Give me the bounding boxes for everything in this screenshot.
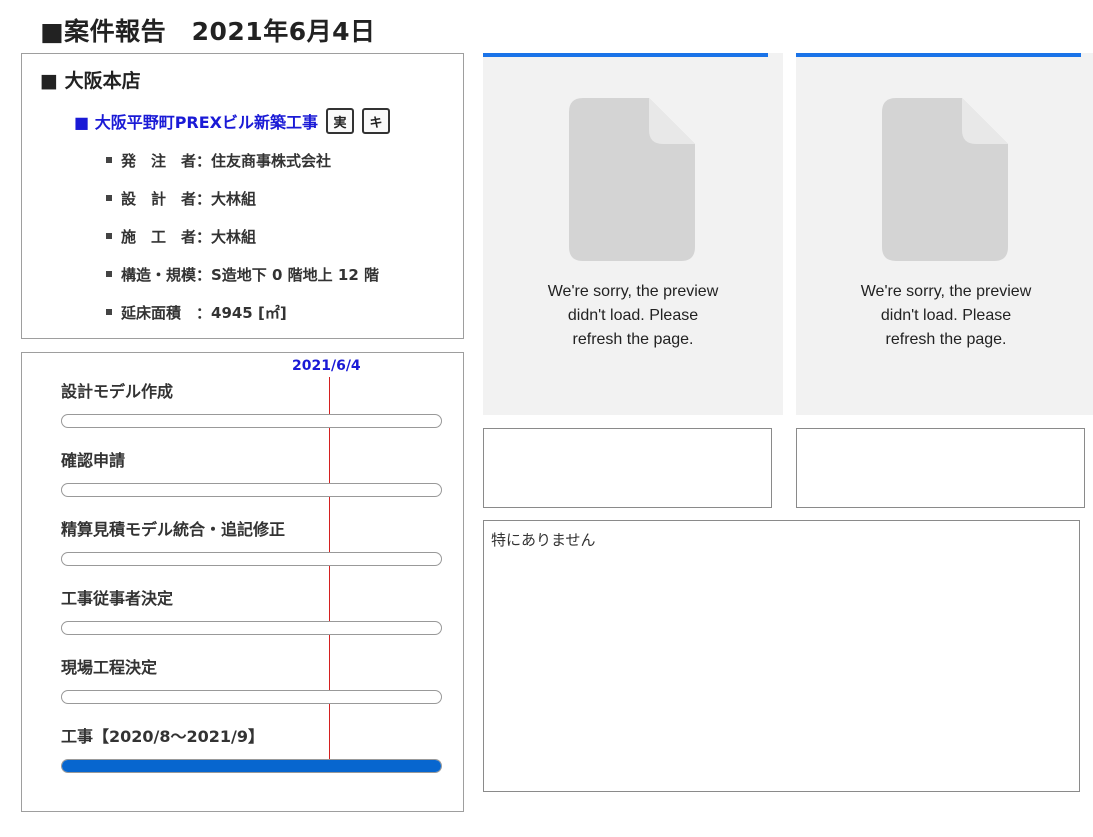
task-progress-bar [61,759,442,773]
task-label: 工事【2020/8～2021/9】 [61,727,265,746]
task-progress-bar [61,483,442,497]
badge-actual[interactable]: 実 [326,108,355,134]
task-progress-bar [61,552,442,566]
preview-top-bar [796,53,1081,57]
photo-caption-box-1[interactable] [483,428,772,508]
preview-error-message: We're sorry, the preview didn't load. Pl… [547,283,719,348]
comment-box[interactable]: 特にありません [483,520,1080,792]
bullet-icon [106,233,112,239]
detail-client: 発 注 者：住友商事株式会社 [106,150,379,188]
project-name[interactable]: ■ 大阪平野町PREXビル新築工事 [74,109,318,133]
document-icon [569,98,695,261]
detail-designer: 設 計 者：大林組 [106,188,379,226]
task-progress-bar [61,621,442,635]
task-label: 確認申請 [61,451,126,470]
task-worker-assignment: 工事従事者決定 [61,585,442,635]
task-design-model: 設計モデル作成 [61,378,442,428]
detail-floor-area: 延床面積 ：4945 [㎡] [106,302,379,340]
detail-contractor: 施 工 者：大林組 [106,226,379,264]
document-icon [882,98,1008,261]
task-progress-bar [61,690,442,704]
today-marker-label: 2021/6/4 [292,358,361,374]
page-title: ■案件報告 2021年6月4日 [40,17,376,46]
photo-caption-box-2[interactable] [796,428,1085,508]
detail-text: 発 注 者：住友商事株式会社 [121,152,332,170]
project-info-panel: ■ 大阪本店 ■ 大阪平野町PREXビル新築工事 実 キ 発 注 者：住友商事株… [21,53,464,339]
photo-preview-2[interactable]: We're sorry, the preview didn't load. Pl… [796,53,1093,415]
schedule-panel: 2021/6/4 設計モデル作成 確認申請 精算見積モデル統合・追記修正 工事従… [21,352,464,812]
detail-text: 施 工 者：大林組 [121,228,257,246]
task-site-schedule: 現場工程決定 [61,654,442,704]
photo-preview-1[interactable]: We're sorry, the preview didn't load. Pl… [483,53,783,415]
bullet-icon [106,309,112,315]
task-label: 精算見積モデル統合・追記修正 [61,520,286,539]
detail-text: 構造・規模：S造地下 0 階地上 12 階 [121,266,380,284]
bullet-icon [106,271,112,277]
preview-top-bar [483,53,768,57]
task-permit-application: 確認申請 [61,447,442,497]
badge-key[interactable]: キ [362,108,391,134]
detail-structure: 構造・規模：S造地下 0 階地上 12 階 [106,264,379,302]
bullet-icon [106,195,112,201]
task-estimate-model: 精算見積モデル統合・追記修正 [61,516,442,566]
task-label: 工事従事者決定 [61,589,174,608]
detail-text: 延床面積 ：4945 [㎡] [121,304,287,322]
bullet-icon [106,157,112,163]
task-label: 現場工程決定 [61,658,158,677]
project-detail-list: 発 注 者：住友商事株式会社 設 計 者：大林組 施 工 者：大林組 構造・規模… [106,150,379,340]
preview-error-message: We're sorry, the preview didn't load. Pl… [860,283,1032,348]
task-progress-bar [61,414,442,428]
task-progress-fill [62,760,441,772]
task-label: 設計モデル作成 [61,382,174,401]
detail-text: 設 計 者：大林組 [121,190,257,208]
office-name: ■ 大阪本店 [40,70,141,92]
project-row: ■ 大阪平野町PREXビル新築工事 実 キ [74,108,391,134]
today-marker-line [329,377,330,773]
task-construction: 工事【2020/8～2021/9】 [61,723,442,773]
